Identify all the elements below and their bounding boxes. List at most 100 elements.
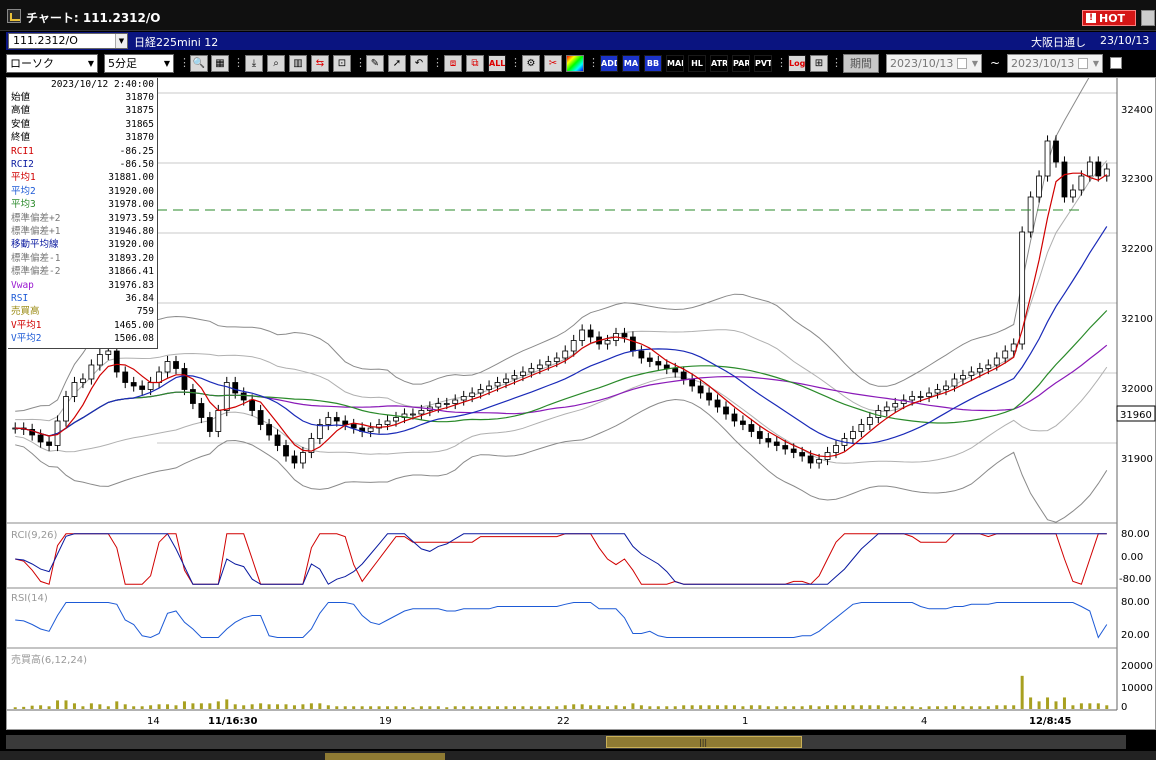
candle-body [96,354,103,366]
data-panel-row: 平均3 31978.00 [11,198,154,211]
period-checkbox[interactable] [1110,57,1122,69]
pencil-icon[interactable]: ✎ [366,55,384,72]
log-button[interactable]: Log [788,55,806,72]
window-control[interactable] [1141,10,1155,26]
calendar-icon[interactable] [957,58,967,69]
volume-bar [233,704,237,709]
volume-bar [479,706,483,709]
volume-bar [969,706,973,709]
toolbar-separator: ⋮ [233,56,242,69]
volume-bar [834,705,838,709]
data-panel-label: 平均2 [11,185,36,197]
candle-body [367,427,374,432]
atr-button[interactable]: ATR [710,55,728,72]
volume-bar [216,701,220,709]
volume-bar [30,705,34,709]
mae-button[interactable]: MAE [666,55,684,72]
volume-bar [309,703,313,709]
data-panel-value: 31946.80 [108,226,154,237]
wrench-icon[interactable]: ✂ [544,55,562,72]
window-titlebar: チャート: 111.2312/O ! HOT [0,0,1156,31]
compare-icon[interactable]: ⇆ [311,55,329,72]
candle-body [807,455,814,464]
split-icon[interactable]: ⧉ [466,55,484,72]
date-from-input[interactable]: 2023/10/13 ▼ [886,54,982,73]
volume-bar [22,706,26,709]
candle-body [680,371,687,380]
candle-body [215,410,222,432]
data-panel-value: 1465.00 [113,319,154,331]
toolbar-separator: ⋮ [776,56,785,69]
add-indicator-button[interactable]: ADD [600,55,618,72]
volume-bar [817,706,821,709]
candle-body [283,445,289,457]
volume-bar [555,706,559,709]
window-icon[interactable]: ⊞ [810,55,828,72]
volume-bar [1029,697,1033,709]
hl-button[interactable]: HL [688,55,706,72]
candle-icon[interactable]: ⧈ [444,55,462,72]
time-tick: 4 [921,716,927,727]
volume-bar [106,706,110,709]
search-chart-icon[interactable]: ⌕ [267,55,285,72]
candle-body [122,371,129,383]
par-button[interactable]: PAR [732,55,750,72]
period-button[interactable]: 期間 [843,54,879,73]
candle-body [951,378,958,387]
volume-bar [402,706,406,709]
candle-body [435,403,442,408]
volume-bar [13,707,17,709]
settings-icon[interactable]: ⚙ [522,55,540,72]
candle-body [486,385,492,390]
hot-button[interactable]: ! HOT [1082,10,1136,26]
all-button[interactable]: ALL [488,55,506,72]
timeframe-select[interactable]: 5分足 ▼ [104,54,174,73]
zoom-icon[interactable]: 🔍 [190,55,208,72]
ma-button[interactable]: MA [622,55,640,72]
color-palette-icon[interactable] [566,55,584,72]
candles [12,135,1110,469]
candle-body [1002,350,1009,359]
data-panel-label: Vwap [11,279,34,291]
cursor-down-icon[interactable]: ⤓ [245,55,263,72]
chart-type-select[interactable]: ローソク ▼ [6,54,98,73]
pvt-button[interactable]: PVT [754,55,772,72]
bottom-bar: ||| [0,731,1156,760]
rci-tick: 0.00 [1121,552,1143,563]
scrollbar-thumb[interactable]: ||| [606,736,802,748]
horizontal-scrollbar[interactable]: ||| [6,735,1126,749]
lock-icon[interactable]: ⊡ [333,55,351,72]
pointer-icon[interactable]: ➚ [388,55,406,72]
candle-body [773,441,780,446]
data-panel-value: 31978.00 [108,199,154,211]
volume-bar [631,703,635,709]
bar-chart-icon[interactable]: ▥ [289,55,307,72]
chevron-down-icon[interactable]: ▼ [1093,55,1099,72]
candle-body [960,375,966,380]
time-tick: 11/16:30 [208,716,257,727]
candle-body [410,413,416,416]
data-panel-label: 始値 [11,92,31,103]
volume-bar [242,705,246,709]
candle-body [833,445,839,453]
volume-label: 売買高(6,12,24) [11,653,87,666]
candle-body [993,357,1000,366]
chevron-down-icon[interactable]: ▼ [972,55,978,72]
candle-body [147,382,154,390]
date-to-input[interactable]: 2023/10/13 ▼ [1007,54,1103,73]
volume-bar [174,705,178,709]
chevron-down-icon[interactable]: ▼ [115,34,127,48]
calendar-icon[interactable] [1078,58,1088,69]
undo-icon[interactable]: ↶ [410,55,428,72]
symbol-code-input[interactable]: 111.2312/O ▼ [8,33,128,49]
volume-bar [123,704,127,709]
data-panel-label: 標準偏差+1 [11,226,61,237]
price-tick: 31900 [1121,454,1153,465]
volume-bar [876,705,880,709]
chart-svg[interactable]: 32400 32300 32200 32100 32000 31900 3196… [7,57,1156,731]
grid-icon[interactable]: ▦ [211,55,229,72]
chart-area[interactable]: 32400 32300 32200 32100 32000 31900 3196… [6,57,1156,731]
bb-button[interactable]: BB [644,55,662,72]
volume-bar [529,706,533,709]
volume-bar [690,705,694,709]
